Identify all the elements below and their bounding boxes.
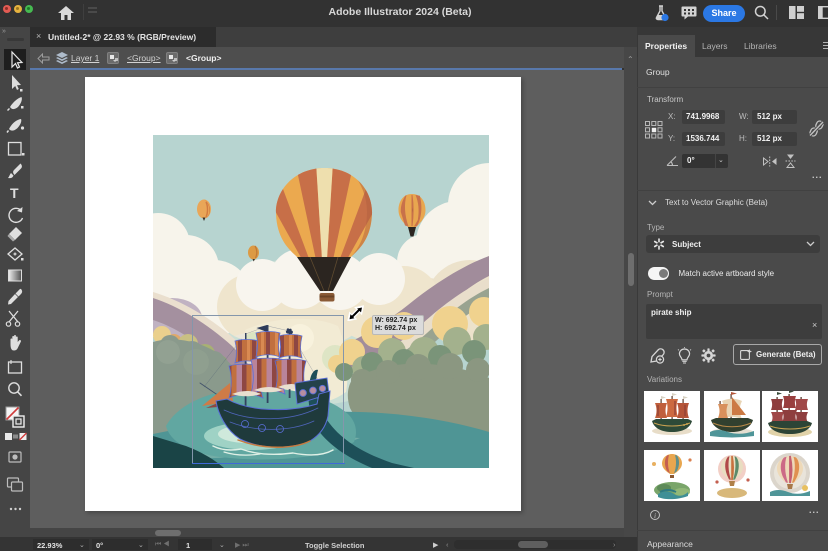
svg-text:T: T bbox=[10, 185, 19, 201]
